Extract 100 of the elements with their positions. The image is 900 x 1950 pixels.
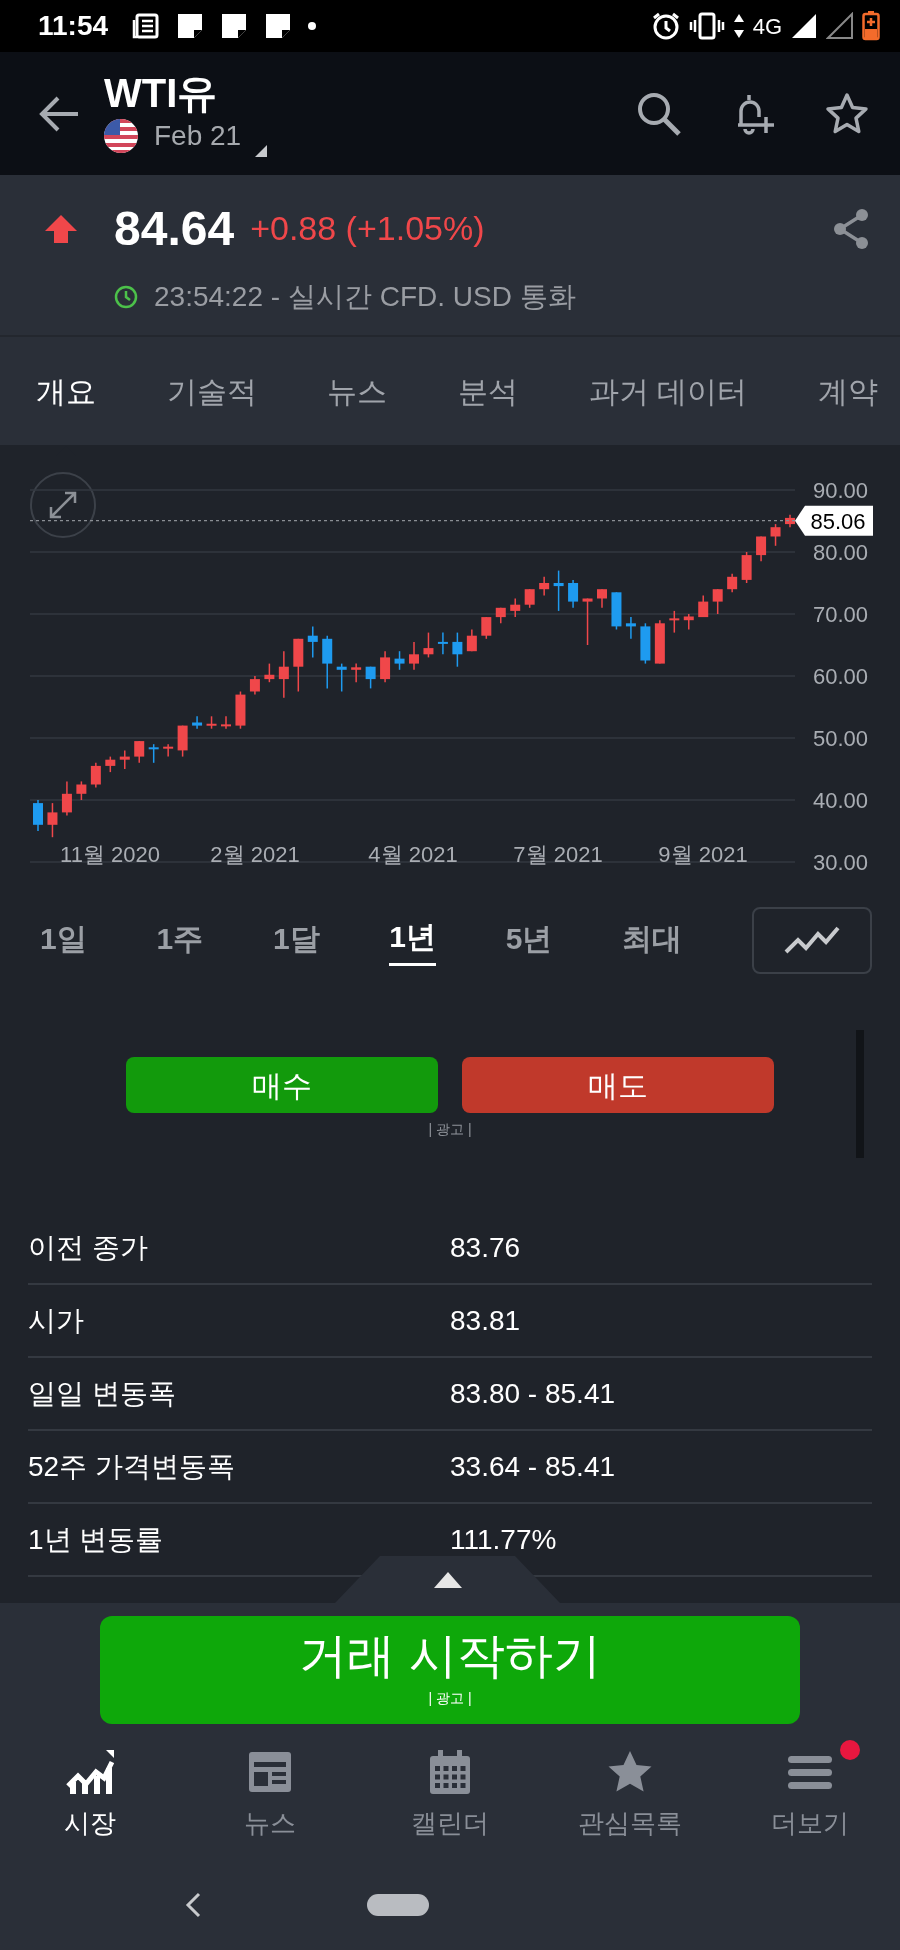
candle [307,625,318,659]
instrument-title: WTI유 [104,70,219,115]
candle [336,662,347,693]
signal-icon [790,12,818,40]
candle [437,631,448,656]
axis-label: 2월 2021 [210,842,300,867]
nav-tab[interactable]: 시장 [0,1740,180,1860]
system-back-button[interactable] [185,1892,201,1918]
candle [582,597,593,646]
axis-label: 60.00 [812,664,868,689]
tab[interactable]: 개요 [36,368,96,414]
candle [611,591,622,631]
range-option[interactable]: 1주 [156,915,204,965]
tab[interactable]: 계약 [817,368,878,414]
stat-value: 83.81 [450,1303,521,1338]
line-chart-icon [783,926,840,954]
price-change: +0.88 (+1.05%) [250,208,485,249]
dropdown-corner-icon [255,144,268,157]
candle [119,749,130,770]
candle [770,523,781,547]
vibrate-icon [688,11,725,41]
nav-tab[interactable]: 뉴스 [180,1740,360,1860]
candle [452,631,463,668]
dot-icon [308,22,317,30]
axis-label: 4월 2021 [368,842,458,867]
start-trading-button[interactable]: 거래 시작하기 | 광고 | [100,1616,800,1724]
candle [221,715,231,730]
candle [625,616,636,640]
candle [712,588,723,615]
axis-label: 70.00 [812,602,868,627]
ad-label: | 광고 | [428,1121,472,1137]
candle [105,755,116,773]
range-option[interactable]: 1년 [389,914,436,966]
candle [134,740,145,764]
candle [249,675,260,696]
stat-label: 일일 변동폭 [28,1376,177,1411]
candle [741,551,752,584]
candle [365,665,376,690]
axis-label: 80.00 [812,540,868,565]
sell-button[interactable]: 매도 [462,1057,774,1113]
axis-label: 9월 2021 [658,842,748,867]
note-notification-icon [220,12,249,40]
candle [264,662,275,683]
expand-button[interactable] [30,472,96,538]
stat-value: 111.77% [450,1522,557,1557]
candle [409,641,419,671]
range-option[interactable]: 1달 [272,915,320,965]
candle [33,799,43,832]
flag-icon [104,118,138,153]
candle [423,631,434,659]
nav-tab[interactable]: 관심목록 [540,1740,720,1860]
stat-value: 83.80 - 85.41 [450,1376,616,1411]
chart-type-button[interactable] [751,906,872,974]
range-option[interactable]: 1일 [40,915,87,965]
axis-label: 40.00 [812,788,868,813]
candle [727,572,738,594]
news-notification-icon [132,12,161,40]
candle [524,588,535,609]
candle [206,715,217,730]
candle [640,622,651,665]
share-button[interactable] [832,207,870,250]
note-notification-icon [176,12,205,40]
candle [669,610,680,634]
candle [47,802,58,838]
range-option[interactable]: 5년 [505,915,553,965]
axis-label: 50.00 [812,726,868,751]
network-type: 4G [752,12,782,41]
stat-label: 1년 변동률 [28,1522,165,1557]
tab[interactable]: 기술적 [166,368,257,414]
candle [510,597,521,618]
candle [481,616,492,640]
price: 84.64 [114,204,235,253]
range-option[interactable]: 최대 [622,915,683,965]
candle [351,662,362,683]
nav-tab[interactable]: 더보기 [720,1740,900,1860]
candle [698,594,709,618]
candle [235,690,246,730]
buy-button[interactable]: 매수 [126,1057,438,1113]
data-arrows-icon [732,12,745,40]
axis-label: 7월 2021 [513,842,603,867]
axis-label: 11월 2020 [60,842,160,867]
tab[interactable]: 과거 데이터 [588,368,748,414]
tab[interactable]: 뉴스 [327,368,388,414]
home-button[interactable] [367,1894,429,1916]
stat-value: 83.76 [450,1230,521,1265]
tab[interactable]: 분석 [458,368,519,414]
ref-line-label: 85.06 [810,508,866,534]
candle [148,743,159,764]
chart-up-icon [66,1748,114,1796]
candle [293,638,304,693]
candle [322,634,333,690]
nav-tab[interactable]: 캘린더 [360,1740,540,1860]
candle [394,650,405,671]
last-price-tag: 85.06 [795,505,873,536]
candle [683,613,694,631]
stat-value: 33.64 - 85.41 [450,1449,616,1484]
note-notification-icon [264,12,293,40]
battery-icon [862,11,880,41]
contract-selector[interactable]: Feb 21 [154,114,242,157]
search-button[interactable] [636,90,682,137]
